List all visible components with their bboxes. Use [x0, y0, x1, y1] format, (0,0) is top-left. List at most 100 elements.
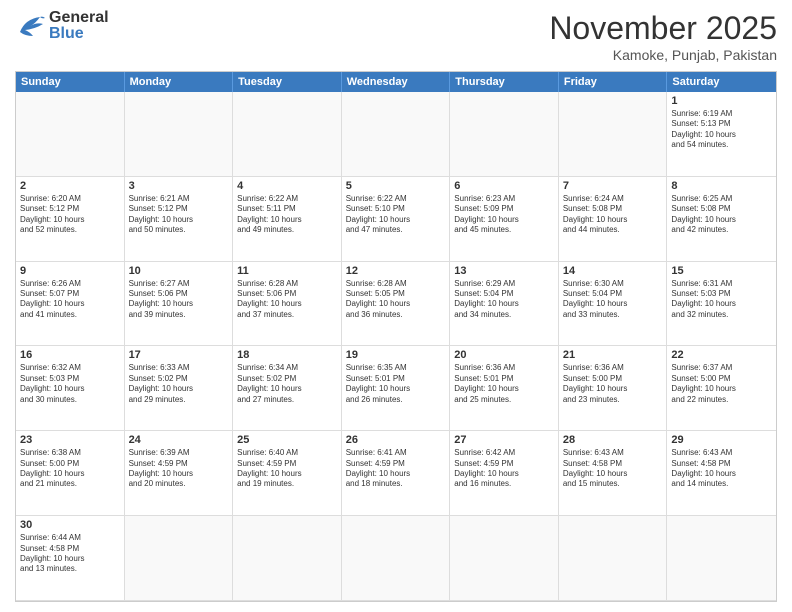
day-info: Sunrise: 6:30 AM Sunset: 5:04 PM Dayligh… [563, 279, 663, 321]
calendar-day-22: 22Sunrise: 6:37 AM Sunset: 5:00 PM Dayli… [667, 346, 776, 431]
calendar-empty [233, 92, 342, 177]
calendar-day-15: 15 Sunrise: 6:31 AM Sunset: 5:03 PM Dayli… [667, 262, 776, 347]
day-number: 20 [454, 349, 554, 361]
day-number: 17 [129, 349, 229, 361]
day-header-wednesday: Wednesday [342, 72, 451, 92]
calendar-day-5: 5Sunrise: 6:22 AM Sunset: 5:10 PM Daylig… [342, 177, 451, 262]
calendar-day-17: 17 Sunrise: 6:33 AM Sunset: 5:02 PM Dayli… [125, 346, 234, 431]
day-number: 30 [20, 519, 120, 531]
day-number: 16 [20, 349, 120, 361]
logo-general: General [49, 10, 109, 26]
calendar-empty [233, 516, 342, 601]
calendar-day-6: 6 Sunrise: 6:23 AM Sunset: 5:09 PM Daylig… [450, 177, 559, 262]
day-number: 8 [671, 180, 772, 192]
day-number: 14 [563, 265, 663, 277]
calendar-day-21: 21Sunrise: 6:36 AM Sunset: 5:00 PM Dayli… [559, 346, 668, 431]
day-info: Sunrise: 6:41 AM Sunset: 4:59 PM Dayligh… [346, 448, 446, 490]
day-number: 5 [346, 180, 446, 192]
logo-blue: Blue [49, 26, 109, 42]
logo-text: General Blue [49, 10, 109, 42]
calendar-day-24: 24 Sunrise: 6:39 AM Sunset: 4:59 PM Dayli… [125, 431, 234, 516]
day-info: Sunrise: 6:23 AM Sunset: 5:09 PM Dayligh… [454, 194, 554, 236]
day-info: Sunrise: 6:42 AM Sunset: 4:59 PM Dayligh… [454, 448, 554, 490]
day-info: Sunrise: 6:27 AM Sunset: 5:06 PM Dayligh… [129, 279, 229, 321]
day-info: Sunrise: 6:21 AM Sunset: 5:12 PM Dayligh… [129, 194, 229, 236]
title-section: November 2025 Kamoke, Punjab, Pakistan [549, 10, 777, 63]
calendar-empty [16, 92, 125, 177]
day-info: Sunrise: 6:36 AM Sunset: 5:00 PM Dayligh… [563, 363, 663, 405]
day-info: Sunrise: 6:33 AM Sunset: 5:02 PM Dayligh… [129, 363, 229, 405]
calendar-day-12: 12Sunrise: 6:28 AM Sunset: 5:05 PM Dayli… [342, 262, 451, 347]
day-info: Sunrise: 6:32 AM Sunset: 5:03 PM Dayligh… [20, 363, 120, 405]
day-number: 28 [563, 434, 663, 446]
calendar-day-14: 14 Sunrise: 6:30 AM Sunset: 5:04 PM Dayli… [559, 262, 668, 347]
day-number: 27 [454, 434, 554, 446]
day-number: 25 [237, 434, 337, 446]
day-number: 7 [563, 180, 663, 192]
calendar-day-18: 18Sunrise: 6:34 AM Sunset: 5:02 PM Dayli… [233, 346, 342, 431]
calendar-day-3: 3 Sunrise: 6:21 AM Sunset: 5:12 PM Daylig… [125, 177, 234, 262]
day-info: Sunrise: 6:43 AM Sunset: 4:58 PM Dayligh… [671, 448, 772, 490]
day-header-sunday: Sunday [16, 72, 125, 92]
calendar-day-20: 20Sunrise: 6:36 AM Sunset: 5:01 PM Dayli… [450, 346, 559, 431]
calendar-empty [667, 516, 776, 601]
day-header-thursday: Thursday [450, 72, 559, 92]
calendar-empty [342, 516, 451, 601]
day-number: 1 [671, 95, 772, 107]
day-number: 24 [129, 434, 229, 446]
calendar-day-4: 4 Sunrise: 6:22 AM Sunset: 5:11 PM Daylig… [233, 177, 342, 262]
calendar-day-16: 16 Sunrise: 6:32 AM Sunset: 5:03 PM Dayli… [16, 346, 125, 431]
calendar-day-23: 23Sunrise: 6:38 AM Sunset: 5:00 PM Dayli… [16, 431, 125, 516]
calendar-day-7: 7 Sunrise: 6:24 AM Sunset: 5:08 PM Daylig… [559, 177, 668, 262]
calendar-day-26: 26 Sunrise: 6:41 AM Sunset: 4:59 PM Dayli… [342, 431, 451, 516]
day-info: Sunrise: 6:39 AM Sunset: 4:59 PM Dayligh… [129, 448, 229, 490]
day-number: 2 [20, 180, 120, 192]
day-number: 4 [237, 180, 337, 192]
day-header-monday: Monday [125, 72, 234, 92]
day-info: Sunrise: 6:44 AM Sunset: 4:58 PM Dayligh… [20, 533, 120, 575]
day-info: Sunrise: 6:35 AM Sunset: 5:01 PM Dayligh… [346, 363, 446, 405]
calendar-day-19: 19 Sunrise: 6:35 AM Sunset: 5:01 PM Dayli… [342, 346, 451, 431]
calendar-empty [559, 92, 668, 177]
day-info: Sunrise: 6:22 AM Sunset: 5:11 PM Dayligh… [237, 194, 337, 236]
day-number: 6 [454, 180, 554, 192]
calendar-empty [450, 516, 559, 601]
calendar-empty [559, 516, 668, 601]
day-headers: SundayMondayTuesdayWednesdayThursdayFrid… [16, 72, 776, 92]
calendar-day-1: 1 Sunrise: 6:19 AM Sunset: 5:13 PM Daylig… [667, 92, 776, 177]
day-number: 13 [454, 265, 554, 277]
calendar-day-2: 2 Sunrise: 6:20 AM Sunset: 5:12 PM Daylig… [16, 177, 125, 262]
calendar-day-10: 10 Sunrise: 6:27 AM Sunset: 5:06 PM Dayli… [125, 262, 234, 347]
day-info: Sunrise: 6:26 AM Sunset: 5:07 PM Dayligh… [20, 279, 120, 321]
day-info: Sunrise: 6:37 AM Sunset: 5:00 PM Dayligh… [671, 363, 772, 405]
calendar-day-30: 30 Sunrise: 6:44 AM Sunset: 4:58 PM Dayli… [16, 516, 125, 601]
day-number: 26 [346, 434, 446, 446]
calendar-empty [450, 92, 559, 177]
header: General Blue November 2025 Kamoke, Punja… [15, 10, 777, 63]
month-title: November 2025 [549, 10, 777, 47]
day-info: Sunrise: 6:28 AM Sunset: 5:06 PM Dayligh… [237, 279, 337, 321]
calendar-day-27: 27 Sunrise: 6:42 AM Sunset: 4:59 PM Dayli… [450, 431, 559, 516]
day-number: 3 [129, 180, 229, 192]
calendar-day-13: 13Sunrise: 6:29 AM Sunset: 5:04 PM Dayli… [450, 262, 559, 347]
calendar-empty [125, 516, 234, 601]
day-number: 10 [129, 265, 229, 277]
day-info: Sunrise: 6:19 AM Sunset: 5:13 PM Dayligh… [671, 109, 772, 151]
day-info: Sunrise: 6:20 AM Sunset: 5:12 PM Dayligh… [20, 194, 120, 236]
calendar-day-9: 9Sunrise: 6:26 AM Sunset: 5:07 PM Daylig… [16, 262, 125, 347]
calendar-day-25: 25Sunrise: 6:40 AM Sunset: 4:59 PM Dayli… [233, 431, 342, 516]
day-info: Sunrise: 6:24 AM Sunset: 5:08 PM Dayligh… [563, 194, 663, 236]
logo-icon [15, 14, 45, 39]
day-info: Sunrise: 6:31 AM Sunset: 5:03 PM Dayligh… [671, 279, 772, 321]
day-number: 19 [346, 349, 446, 361]
day-info: Sunrise: 6:28 AM Sunset: 5:05 PM Dayligh… [346, 279, 446, 321]
day-number: 11 [237, 265, 337, 277]
day-header-saturday: Saturday [667, 72, 776, 92]
day-number: 15 [671, 265, 772, 277]
calendar-day-11: 11 Sunrise: 6:28 AM Sunset: 5:06 PM Dayli… [233, 262, 342, 347]
calendar-day-28: 28Sunrise: 6:43 AM Sunset: 4:58 PM Dayli… [559, 431, 668, 516]
day-header-friday: Friday [559, 72, 668, 92]
day-number: 29 [671, 434, 772, 446]
day-info: Sunrise: 6:38 AM Sunset: 5:00 PM Dayligh… [20, 448, 120, 490]
calendar-day-29: 29 Sunrise: 6:43 AM Sunset: 4:58 PM Dayli… [667, 431, 776, 516]
